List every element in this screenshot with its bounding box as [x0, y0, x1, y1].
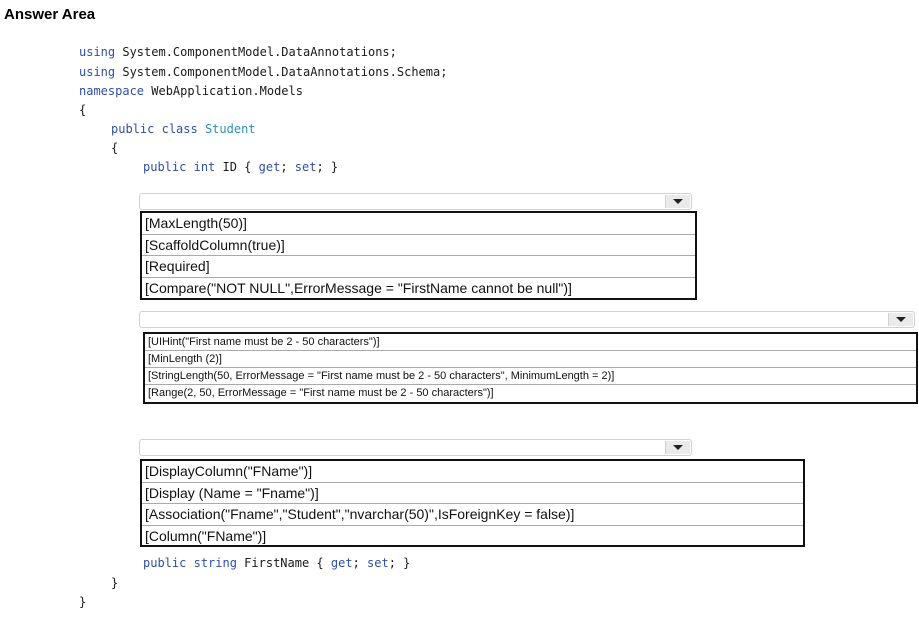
dropdown-3-select[interactable] — [139, 439, 692, 456]
keyword: public — [143, 160, 187, 174]
code-text: ; — [280, 160, 295, 174]
keyword: int — [193, 160, 216, 174]
dropdown-2-option[interactable]: [MinLength (2)] — [145, 351, 916, 368]
dropdown-2-option[interactable]: [Range(2, 50, ErrorMessage = "First name… — [145, 385, 916, 402]
code-brace-open: { — [79, 103, 87, 117]
dropdown-3-toggle[interactable] — [665, 441, 690, 454]
code-class-brace-close: } — [111, 576, 119, 590]
code-text: ; — [352, 556, 368, 570]
keyword: public — [111, 122, 155, 136]
dropdown-3-option[interactable]: [DisplayColumn("FName")] — [142, 461, 803, 483]
keyword: string — [193, 556, 237, 570]
code-text: ; } — [388, 556, 411, 570]
code-class-brace-open: { — [111, 141, 119, 155]
code-firstname-property: public string FirstName { get; set; } — [143, 555, 410, 571]
code-using-2: using System.ComponentModel.DataAnnotati… — [79, 64, 447, 80]
code-id-property: public int ID { get; set; } — [143, 159, 338, 175]
dropdown-2-option[interactable]: [UIHint("First name must be 2 - 50 chara… — [145, 334, 916, 351]
answer-area-title: Answer Area — [4, 6, 96, 23]
dropdown-1-select[interactable] — [139, 193, 692, 210]
dropdown-1-option[interactable]: [Required] — [142, 256, 695, 278]
keyword: public — [143, 556, 187, 570]
keyword: get — [258, 160, 281, 174]
type-name: Student — [204, 122, 256, 136]
keyword: using — [79, 65, 116, 79]
dropdown-2-option[interactable]: [StringLength(50, ErrorMessage = "First … — [145, 368, 916, 385]
keyword: namespace — [79, 84, 145, 98]
code-text: ; } — [316, 160, 339, 174]
dropdown-3-options: [DisplayColumn("FName")] [Display (Name … — [140, 459, 805, 547]
dropdown-2-select[interactable] — [139, 311, 915, 328]
keyword: set — [294, 160, 317, 174]
code-using-1: using System.ComponentModel.DataAnnotati… — [79, 44, 397, 60]
keyword: set — [367, 556, 389, 570]
code-brace-close: } — [79, 595, 87, 609]
dropdown-3-option[interactable]: [Column("FName")] — [142, 526, 803, 548]
chevron-down-icon — [896, 317, 906, 322]
code-class-declaration: public class Student — [111, 121, 256, 137]
dropdown-1-options: [MaxLength(50)] [ScaffoldColumn(true)] [… — [140, 211, 697, 300]
code-text: WebApplication.Models — [144, 84, 303, 98]
code-text: FirstName { — [236, 556, 331, 570]
keyword: get — [330, 556, 353, 570]
dropdown-1-option[interactable]: [Compare("NOT NULL",ErrorMessage = "Firs… — [142, 278, 695, 300]
dropdown-2-options: [UIHint("First name must be 2 - 50 chara… — [143, 332, 918, 404]
dropdown-2-toggle[interactable] — [888, 313, 913, 326]
dropdown-3-option[interactable]: [Display (Name = "Fname")] — [142, 483, 803, 504]
code-text: System.ComponentModel.DataAnnotations; — [115, 45, 397, 59]
dropdown-1-toggle[interactable] — [665, 195, 690, 208]
dropdown-1-option[interactable]: [MaxLength(50)] — [142, 213, 695, 235]
keyword: using — [79, 45, 116, 59]
chevron-down-icon — [673, 445, 683, 450]
code-text: System.ComponentModel.DataAnnotations.Sc… — [115, 65, 448, 79]
code-namespace: namespace WebApplication.Models — [79, 83, 303, 99]
dropdown-3-option[interactable]: [Association("Fname","Student","nvarchar… — [142, 504, 803, 526]
chevron-down-icon — [673, 199, 683, 204]
keyword: class — [161, 122, 198, 136]
code-text: ID { — [215, 160, 259, 174]
dropdown-1-option[interactable]: [ScaffoldColumn(true)] — [142, 235, 695, 256]
